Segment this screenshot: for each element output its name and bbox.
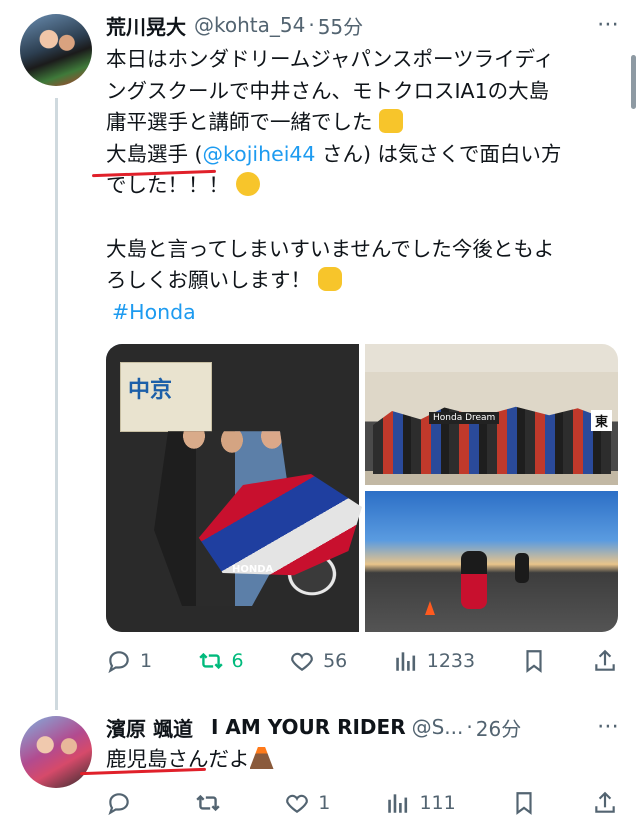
tweet-text: 本日はホンダドリームジャパンスポーツライディ ングスクールで中井さん、モトクロス… [106, 44, 616, 328]
reply-time[interactable]: 26分 [476, 713, 521, 742]
share-icon [595, 649, 615, 671]
retweet-button[interactable] [195, 790, 229, 816]
retweet-icon [196, 794, 220, 812]
reply-button[interactable] [106, 790, 140, 816]
group-sign-kanji: 東 [590, 410, 612, 431]
tweet-text-line: ングスクールで中井さん、モトクロスIA1の大島 [106, 78, 550, 103]
rider [515, 553, 529, 583]
retweet-count: 6 [231, 650, 244, 672]
bookmark-icon [516, 792, 532, 815]
reply-header: 濱原 颯道 I AM YOUR RIDER @S... · 26分 [106, 712, 521, 742]
tweet-media-grid: 中京 HONDA Honda Dream 東 [106, 344, 618, 632]
volcano-emoji [249, 747, 274, 769]
reply-button[interactable]: 1 [106, 648, 152, 674]
heart-icon [286, 794, 309, 813]
reply-separator: · [466, 715, 473, 739]
tweet-text-blank [106, 202, 616, 234]
reply-handle[interactable]: @S... [412, 715, 464, 739]
retweet-button[interactable]: 6 [198, 648, 244, 674]
tweet-text-line: ろしくお願いします！ [106, 265, 616, 297]
tweet-text-line: 本日はホンダドリームジャパンスポーツライディ [106, 47, 555, 71]
like-count: 1 [318, 792, 331, 814]
group-banner: Honda Dream [429, 412, 500, 424]
tweet-author-avatar[interactable] [20, 14, 92, 86]
media-image-group-photo[interactable]: Honda Dream 東 [365, 344, 618, 485]
views-icon [395, 652, 415, 671]
views-count: 1233 [426, 650, 476, 672]
traffic-cone [425, 601, 435, 615]
tweet-text-line: 大島選手 (@kojihei44 さん) は気さくで面白い方 [106, 139, 616, 171]
tweet-text-prefix: 大島選手 ( [106, 141, 203, 166]
share-button[interactable] [592, 648, 618, 674]
tweet-text-line: でした！！！ [106, 170, 616, 202]
tweet-more-icon[interactable]: ⋯ [597, 12, 620, 37]
views-icon [388, 794, 408, 813]
tweet-separator: · [308, 13, 315, 37]
scrollbar-thumb[interactable] [631, 55, 636, 109]
reply-text-content: 鹿児島さんだよ [106, 747, 250, 771]
tweet-text-suffix: さん) は気さくで面白い方 [315, 141, 562, 166]
tweet-author-name[interactable]: 荒川晃大 [106, 11, 186, 40]
raised-fist-emoji [317, 267, 342, 292]
views-button[interactable]: 111 [385, 790, 456, 816]
hashtag-link[interactable]: #Honda [112, 297, 196, 329]
bike-brand-label: HONDA [232, 564, 274, 575]
reply-more-icon[interactable]: ⋯ [597, 714, 620, 739]
bookmark-button[interactable] [511, 790, 537, 816]
raising-hands-emoji [379, 109, 404, 134]
reply-icon [108, 651, 129, 674]
like-button[interactable]: 56 [289, 648, 347, 674]
retweet-icon [198, 652, 223, 670]
tweet-header: 荒川晃大 @kohta_54 · 55分 [106, 10, 363, 40]
building-sign: 中京 [128, 378, 173, 403]
reply-count: 1 [140, 650, 153, 672]
reply-author-avatar[interactable] [20, 716, 92, 788]
reply-author-name[interactable]: 濱原 颯道 [106, 713, 193, 742]
tweet-handle[interactable]: @kohta_54 [194, 13, 305, 37]
laughing-emoji [235, 172, 260, 197]
views-button[interactable]: 1233 [393, 648, 475, 674]
thread-line [55, 98, 58, 710]
tweet-text-line: 大島と言ってしまいすいませんでした今後ともよ [106, 236, 555, 261]
bookmark-icon [525, 650, 542, 673]
reply-author-tagline[interactable]: I AM YOUR RIDER [211, 715, 406, 739]
tweet-text-line: 庸平選手と講師で一緒でした [106, 107, 616, 139]
views-count: 111 [419, 792, 456, 814]
tweet-action-bar: 1 6 56 1233 [106, 644, 618, 678]
media-image-riding-course[interactable] [365, 491, 618, 632]
mention-link[interactable]: @kojihei44 [203, 142, 316, 166]
media-image-motorcycle[interactable]: 中京 HONDA [106, 344, 362, 632]
share-icon [595, 791, 615, 813]
rider [461, 551, 487, 609]
share-button[interactable] [592, 790, 618, 816]
bookmark-button[interactable] [521, 648, 547, 674]
heart-icon [291, 652, 313, 671]
reply-icon [108, 793, 129, 816]
reply-action-bar: 1 111 [106, 786, 618, 820]
tweet-time[interactable]: 55分 [318, 11, 363, 40]
like-count: 56 [323, 650, 348, 672]
like-button[interactable]: 1 [284, 790, 330, 816]
